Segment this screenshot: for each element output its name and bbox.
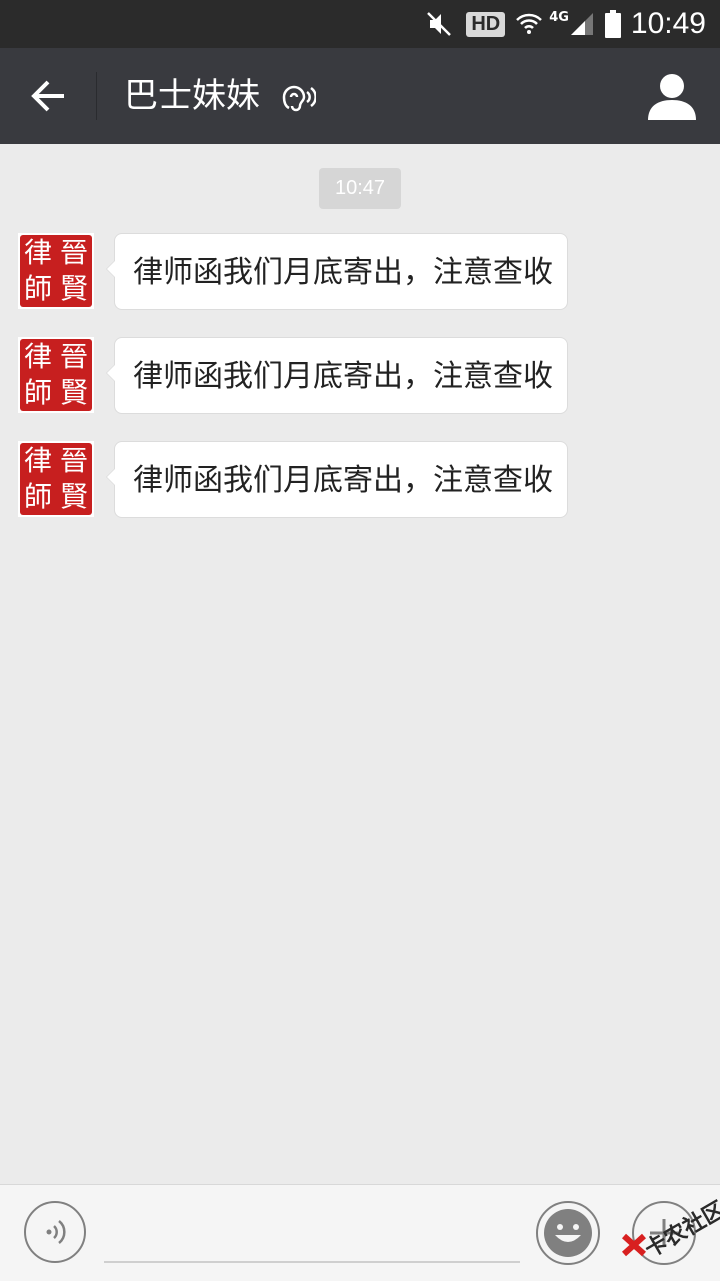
chat-info-button[interactable] [646, 70, 698, 122]
seal-char: 律 [23, 236, 52, 269]
message-bubble[interactable]: 律师函我们月底寄出，注意查收 [106, 337, 568, 414]
message-timestamp: 10:47 [319, 168, 401, 209]
seal-char: 晉 [59, 236, 88, 269]
hd-badge: HD [466, 11, 506, 37]
message-row: 律 晉 師 賢 律师函我们月底寄出，注意查收 [0, 441, 720, 521]
header-divider [96, 72, 97, 120]
watermark: 卡农社区 [620, 1190, 720, 1270]
seal-char: 賢 [59, 376, 88, 409]
lawyer-seal-avatar[interactable]: 律 晉 師 賢 [18, 441, 94, 517]
seal-char: 賢 [59, 272, 88, 305]
seal-char: 師 [23, 480, 52, 513]
seal-char: 師 [23, 376, 52, 409]
input-bar [0, 1184, 720, 1281]
seal-char: 晉 [59, 340, 88, 373]
lawyer-seal-avatar[interactable]: 律 晉 師 賢 [18, 233, 94, 309]
message-row: 律 晉 師 賢 律师函我们月底寄出，注意查收 [0, 233, 720, 313]
message-text: 律师函我们月底寄出，注意查收 [133, 255, 553, 290]
back-button[interactable] [18, 66, 78, 126]
seal-icon: 律 晉 師 賢 [20, 443, 92, 515]
voice-button[interactable] [24, 1201, 86, 1263]
signal-icon [570, 13, 593, 35]
seal-char: 師 [23, 272, 52, 305]
status-bar: HD 4G 10:49 [0, 0, 720, 48]
network-type: 4G [549, 10, 569, 25]
seal-char: 律 [23, 444, 52, 477]
earpiece-mode-icon [282, 85, 316, 112]
lawyer-seal-avatar[interactable]: 律 晉 師 賢 [18, 337, 94, 413]
message-input[interactable] [104, 1199, 520, 1263]
message-text: 律师函我们月底寄出，注意查收 [133, 463, 553, 498]
arrow-left-icon [31, 80, 64, 112]
emoji-button[interactable] [536, 1201, 600, 1265]
clock: 10:49 [630, 7, 706, 40]
status-icons: HD 4G 10:49 [424, 0, 720, 48]
person-icon [648, 74, 696, 120]
battery-icon [604, 10, 621, 38]
message-bubble[interactable]: 律师函我们月底寄出，注意查收 [106, 233, 568, 310]
message-text: 律师函我们月底寄出，注意查收 [133, 359, 553, 394]
wifi-icon [516, 13, 543, 34]
emoji-icon [544, 1209, 592, 1257]
chat-header: 巴士妹妹 [0, 48, 720, 144]
chat-title[interactable]: 巴士妹妹 [124, 74, 260, 118]
seal-char: 賢 [59, 480, 88, 513]
watermark-text: 卡农社区 [640, 1197, 720, 1263]
seal-icon: 律 晉 師 賢 [20, 235, 92, 307]
seal-char: 晉 [59, 444, 88, 477]
seal-char: 律 [23, 340, 52, 373]
mute-icon [427, 12, 452, 36]
seal-icon: 律 晉 師 賢 [20, 339, 92, 411]
message-bubble[interactable]: 律师函我们月底寄出，注意查收 [106, 441, 568, 518]
voice-icon [46, 1220, 66, 1244]
message-row: 律 晉 師 賢 律师函我们月底寄出，注意查收 [0, 337, 720, 417]
